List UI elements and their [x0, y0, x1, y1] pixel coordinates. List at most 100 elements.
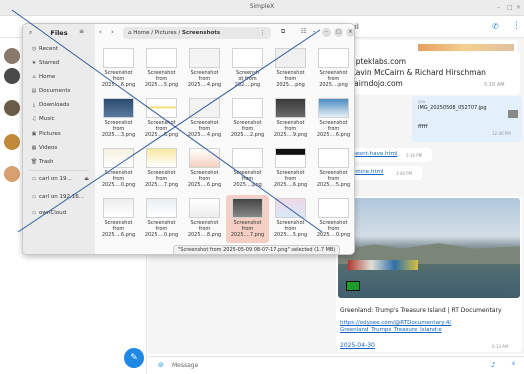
sidebar-item[interactable]: ▣ Pictures: [27, 129, 93, 140]
sidebar-item[interactable]: ♫ Music: [27, 114, 93, 125]
file-name: Screenshot from 2025....6.png: [140, 120, 183, 139]
maximize-icon[interactable]: □: [507, 4, 513, 12]
sent-message-bubble[interactable]: you IMG_20250508_052707.jpg fffff 12:40 …: [412, 96, 522, 142]
breadcrumb-home[interactable]: Home: [133, 30, 149, 36]
sidebar-item[interactable]: ▦ Videos: [27, 143, 93, 154]
video-link-message[interactable]: Greenland: Trump's Treasure Island | RT …: [336, 196, 522, 352]
file-item[interactable]: Screenshot from 2025....5.png: [140, 45, 183, 93]
file-item[interactable]: Screenshot from 2025....png: [312, 45, 354, 93]
phone-icon[interactable]: ✆: [492, 22, 499, 31]
file-name: Screenshot from 2025....2.png: [226, 120, 269, 139]
maximize-icon[interactable]: □: [334, 28, 343, 37]
file-thumbnail: [275, 148, 306, 168]
sidebar-item[interactable]: ▤ Documents: [27, 86, 93, 97]
file-item[interactable]: Screenshot from 2025....6.png: [269, 145, 312, 193]
file-item[interactable]: Screenshot from 2025....4.png: [183, 95, 226, 143]
chevron-down-icon[interactable]: ⌄: [312, 28, 316, 34]
file-thumbnail: [103, 198, 134, 218]
file-item[interactable]: Screenshot from 2025....6.png: [312, 95, 354, 143]
file-thumbnail: [232, 98, 263, 118]
sidebar-item[interactable]: ▭ carl on 192.16...: [27, 192, 93, 203]
sidebar-item[interactable]: 🗑 Trash: [27, 157, 93, 168]
sidebar-item-label: Music: [39, 116, 55, 122]
file-item[interactable]: Screenshot from 2025....4.png: [183, 45, 226, 93]
close-icon[interactable]: ×: [516, 4, 521, 12]
compose-pencil-icon[interactable]: ✎: [124, 348, 144, 368]
avatar[interactable]: [4, 100, 20, 116]
sidebar-item[interactable]: ★ Starred: [27, 58, 93, 69]
sidebar-item-label: Pictures: [39, 131, 61, 137]
drive-icon: ▭: [31, 194, 37, 200]
file-item[interactable]: Screenshot from 2025....6.png: [97, 195, 140, 243]
video-thumbnail[interactable]: [338, 198, 520, 298]
file-item[interactable]: Screenshot from 2025....9.png: [269, 95, 312, 143]
picture-icon: ▣: [31, 131, 37, 137]
message-input[interactable]: Message: [172, 362, 198, 369]
date-link[interactable]: 2025-04-30: [340, 342, 375, 349]
file-item[interactable]: Screenshot from 2025....0.png: [312, 195, 354, 243]
hamburger-menu-icon[interactable]: ≡: [79, 28, 84, 35]
path-menu-icon[interactable]: ⋮: [260, 27, 266, 39]
file-name-line: 2025....6.png: [273, 182, 308, 189]
sidebar-item-label: Trash: [39, 159, 54, 165]
file-item[interactable]: Screenshot from 2025....5.png: [312, 145, 354, 193]
attachment-filename[interactable]: IMG_20250508_052707.jpg: [418, 104, 487, 113]
avatar[interactable]: [4, 134, 20, 150]
file-item[interactable]: Screensh ot from 202....png: [226, 45, 269, 93]
search-icon[interactable]: ⌕: [29, 29, 32, 37]
avatar[interactable]: [4, 68, 20, 84]
file-name: Screenshot from 2025....6.png: [183, 170, 226, 189]
file-thumbnail: [146, 198, 177, 218]
attachment-thumbnail[interactable]: [508, 110, 518, 118]
file-name-line: 2025....png: [233, 182, 262, 189]
sidebar-item[interactable]: ⌂ Home: [27, 72, 93, 83]
file-name: Screenshot from 2025....9.png: [269, 120, 312, 139]
forward-icon[interactable]: ›: [111, 28, 114, 36]
video-link[interactable]: Greenland_Trumps_Treasure_Island:e: [340, 327, 442, 334]
message-bubble[interactable]: synapteklabs.com Dr. Kavin McCairn & Ric…: [334, 51, 520, 95]
avatar[interactable]: [4, 48, 20, 64]
avatar[interactable]: [4, 166, 20, 182]
sidebar-item-label: carl on 19...: [39, 176, 72, 182]
file-item[interactable]: Screenshot from 2025....2.png: [226, 95, 269, 143]
file-item[interactable]: Screenshot from 2025....6.png: [183, 145, 226, 193]
sidebar-item-label: Videos: [39, 145, 58, 151]
microphone-icon[interactable]: ♪: [491, 361, 495, 369]
back-icon[interactable]: ‹: [99, 28, 102, 36]
file-item[interactable]: Screenshot from 2025....3.png: [97, 95, 140, 143]
file-name: Screenshot from 2025....6.png: [97, 220, 140, 239]
send-icon[interactable]: ⚡: [511, 360, 516, 368]
file-item[interactable]: Screenshot from 2025....5.png: [269, 195, 312, 243]
sidebar-item[interactable]: ◷ Recent: [27, 44, 93, 55]
file-item[interactable]: Screenshot from 2025....0.png: [97, 145, 140, 193]
file-item[interactable]: Screenshot from 2025....0.png: [140, 195, 183, 243]
clock-icon: ◷: [31, 46, 37, 52]
sidebar-item[interactable]: ▭ carl on 19... ⏏: [27, 174, 93, 185]
open-terminal-icon[interactable]: ⧉: [281, 28, 285, 36]
download-icon: ⤓: [32, 102, 36, 108]
attach-icon[interactable]: ⊘: [158, 361, 164, 369]
file-name-line: 2025....2.png: [230, 132, 265, 139]
breadcrumb-current[interactable]: Screenshots: [182, 30, 220, 36]
file-item[interactable]: Screenshot from 2025....8.png: [183, 195, 226, 243]
file-item[interactable]: Screenshot from 2025....6.png: [140, 95, 183, 143]
sidebar-item[interactable]: ▭ ownCloud: [27, 208, 93, 219]
minimize-icon[interactable]: –: [322, 28, 331, 37]
minimize-icon[interactable]: –: [497, 4, 500, 12]
close-icon[interactable]: ×: [346, 28, 354, 37]
file-item[interactable]: Screenshot from 2025....png: [226, 145, 269, 193]
file-name-line: 2025....0.png: [144, 232, 179, 239]
file-item[interactable]: Screenshot from 2025....6.png: [97, 45, 140, 93]
message-time: 5:18 AM: [484, 82, 505, 88]
more-menu-icon[interactable]: ⋮: [512, 21, 521, 31]
video-link[interactable]: https://odysee.com/@RTDocumentary:4/: [340, 320, 451, 327]
eject-icon[interactable]: ⏏: [84, 174, 89, 185]
sidebar-item-label: Documents: [39, 88, 71, 94]
file-item[interactable]: Screenshot from 2025....7.png: [140, 145, 183, 193]
breadcrumb-pictures[interactable]: Pictures: [155, 30, 177, 36]
file-thumbnail: [189, 48, 220, 68]
view-toggle-icon[interactable]: ☷: [301, 28, 306, 35]
file-item[interactable]: Screenshot from 2025....png: [269, 45, 312, 93]
sidebar-item[interactable]: ⤓ Downloads: [27, 100, 93, 111]
file-item[interactable]: Screenshot from 2025....7.png: [226, 195, 269, 243]
